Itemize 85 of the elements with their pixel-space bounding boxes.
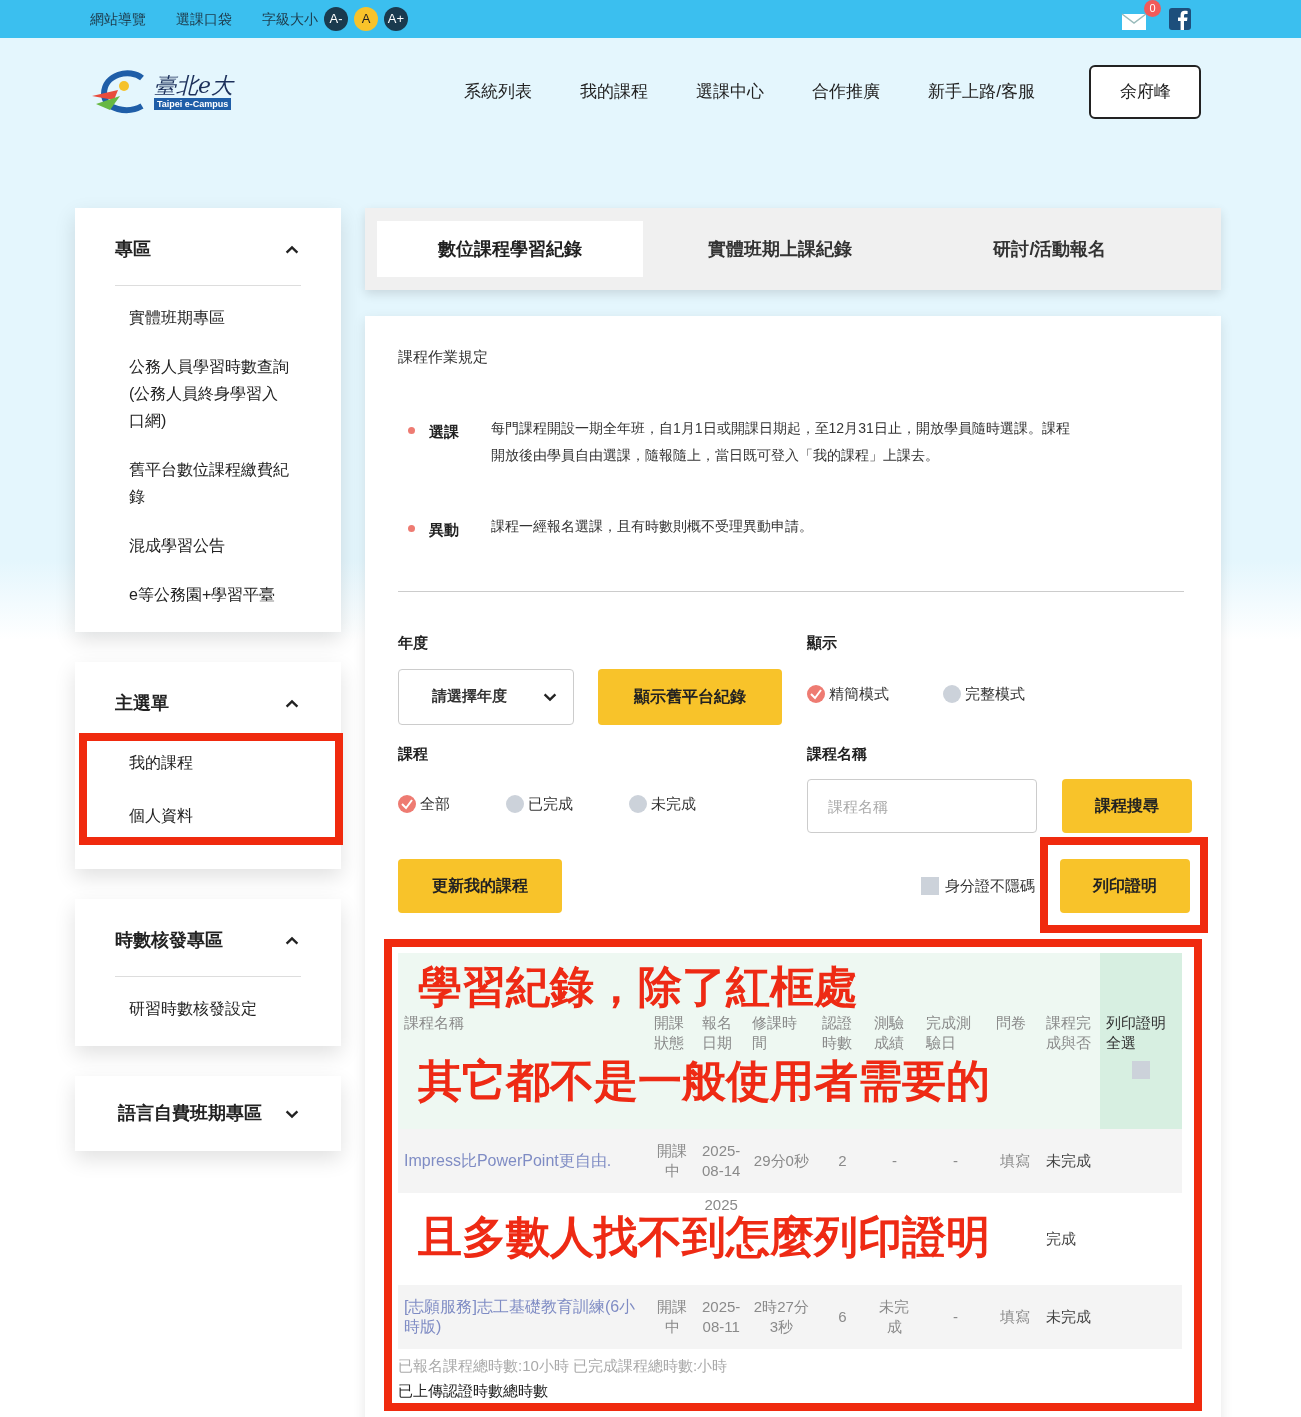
table-cell-text: 2 (837, 1151, 848, 1171)
sidebar-link[interactable]: 混成學習公告 (129, 532, 289, 559)
update-courses-button[interactable]: 更新我的課程 (398, 859, 562, 913)
radio-label[interactable]: 全部 (420, 793, 450, 816)
font-size-label: 字級大小 (262, 9, 318, 29)
sidebar-link[interactable]: e等公務園+學習平臺 (129, 581, 289, 608)
radio-button[interactable] (506, 795, 524, 814)
table-cell-text: 完成 (1046, 1229, 1078, 1249)
radio-button[interactable] (943, 684, 961, 703)
user-button[interactable]: 余府峰 (1089, 65, 1201, 119)
rules-title: 課程作業規定 (398, 347, 489, 367)
print-certificate-button[interactable]: 列印證明 (1060, 859, 1190, 913)
radio-label[interactable]: 未完成 (651, 793, 696, 816)
font-size-button[interactable]: A+ (384, 7, 408, 31)
summary-text: 已上傳認證時數總時數 (398, 1380, 549, 1401)
sidebar-link[interactable]: 實體班期專區 (129, 304, 289, 331)
logo-text: 臺北e大 (154, 74, 234, 98)
summary-text: 已報名課程總時數:10小時 已完成課程總時數:小時 (398, 1356, 729, 1376)
table-cell-text: - (951, 1307, 959, 1327)
rule-text: 每門課程開設一期全年班，自1月1日或開課日期起，至12月31日止，開放學員隨時選課。課程開放後由學員自由選課，隨報隨上，當日既可登入「我的課程」上課去。 (491, 418, 1071, 465)
field-label: 顯示 (807, 633, 838, 653)
bullet-icon (408, 524, 415, 532)
table-cell-text: 2時27分3秒 (752, 1297, 810, 1337)
table-cell-text: - (890, 1151, 898, 1171)
tab[interactable]: 實體班期上課紀錄 (647, 221, 913, 277)
radio-button[interactable] (398, 795, 416, 814)
table-cell-text: 29分0秒 (752, 1151, 810, 1171)
mail-icon[interactable] (1121, 13, 1147, 30)
facebook-icon[interactable] (1169, 8, 1191, 30)
table-cell-text: 未完成 (878, 1297, 911, 1337)
table-cell-text: 未完成 (1046, 1307, 1093, 1327)
font-size-button[interactable]: A (354, 7, 378, 31)
old-records-button[interactable]: 顯示舊平台紀錄 (598, 668, 782, 725)
nav-link[interactable]: 合作推廣 (812, 79, 881, 105)
table-cell-text: 未完成 (1046, 1151, 1093, 1171)
rule-term: 選課 (428, 421, 460, 442)
sidebar-link[interactable]: 公務人員學習時數查詢 (公務人員終身學習入口網) (129, 353, 289, 434)
sidebar-heading[interactable]: 時數核發專區 (115, 927, 223, 954)
table-cell: 2025-08-14 (702, 1141, 741, 1181)
top-link[interactable]: 網站導覽 (90, 8, 146, 30)
annotation-text: 其它都不是一般使用者需要的 (418, 1055, 990, 1107)
bullet-icon (408, 426, 415, 434)
sidebar-link[interactable]: 舊平台數位課程繳費紀錄 (129, 456, 289, 510)
column-header: 課程完成與否 (1040, 953, 1101, 1129)
sidebar-link[interactable]: 我的課程 (129, 749, 289, 776)
select-value: 請選擇年度 (432, 686, 507, 707)
column-header: 列印證明全選 (1106, 1013, 1168, 1053)
rule-term: 異動 (428, 519, 460, 540)
table-cell: 2025-08-11 (702, 1297, 741, 1337)
radio-label[interactable]: 已完成 (528, 793, 573, 816)
rule-text: 課程一經報名選課，且有時數則概不受理異動申請。 (491, 516, 814, 536)
sidebar-link[interactable]: 個人資料 (129, 802, 289, 829)
search-button[interactable]: 課程搜尋 (1062, 779, 1192, 833)
field-label: 課程名稱 (807, 743, 868, 764)
sidebar-heading[interactable]: 語言自費班期專區 (115, 1100, 265, 1127)
field-label: 年度 (398, 633, 429, 653)
course-name-field[interactable]: 課程名稱 (807, 779, 1037, 833)
nav-link[interactable]: 我的課程 (580, 79, 649, 105)
radio-button[interactable] (629, 795, 647, 814)
table-cell-text: - (951, 1151, 959, 1171)
annotation-text: 學習紀錄，除了紅框處 (418, 961, 858, 1013)
radio-label[interactable]: 完整模式 (965, 682, 1025, 705)
tab[interactable]: 數位課程學習紀錄 (377, 221, 643, 277)
nav-link[interactable]: 新手上路/客服 (928, 79, 1035, 105)
column-header: 問卷 (990, 953, 1041, 1129)
logo-subtitle: Taipei e-Campus (154, 98, 232, 110)
table-cell-text: 開課中 (656, 1297, 688, 1337)
checkbox[interactable] (1132, 1061, 1151, 1079)
checkbox[interactable] (921, 877, 939, 895)
tab[interactable]: 研討/活動報名 (917, 221, 1183, 277)
checkbox-label[interactable]: 身分證不隱碼 (945, 874, 1035, 898)
top-link[interactable]: 選課口袋 (176, 8, 232, 30)
sidebar-heading[interactable]: 主選單 (115, 690, 169, 717)
field-label: 課程 (398, 743, 429, 764)
table-cell-text: 6 (837, 1307, 848, 1327)
mail-badge: 0 (1144, 0, 1161, 17)
radio-label[interactable]: 精簡模式 (829, 682, 889, 705)
table-cell-text: 開課中 (656, 1141, 688, 1181)
radio-button[interactable] (807, 684, 825, 703)
year-select[interactable]: 請選擇年度 (398, 668, 574, 725)
sidebar-heading[interactable]: 專區 (115, 236, 151, 263)
nav-link[interactable]: 選課中心 (696, 79, 765, 105)
font-size-button[interactable]: A- (324, 7, 348, 31)
nav-link[interactable]: 系統列表 (464, 79, 533, 105)
sidebar-link[interactable]: 研習時數核發設定 (129, 995, 289, 1022)
